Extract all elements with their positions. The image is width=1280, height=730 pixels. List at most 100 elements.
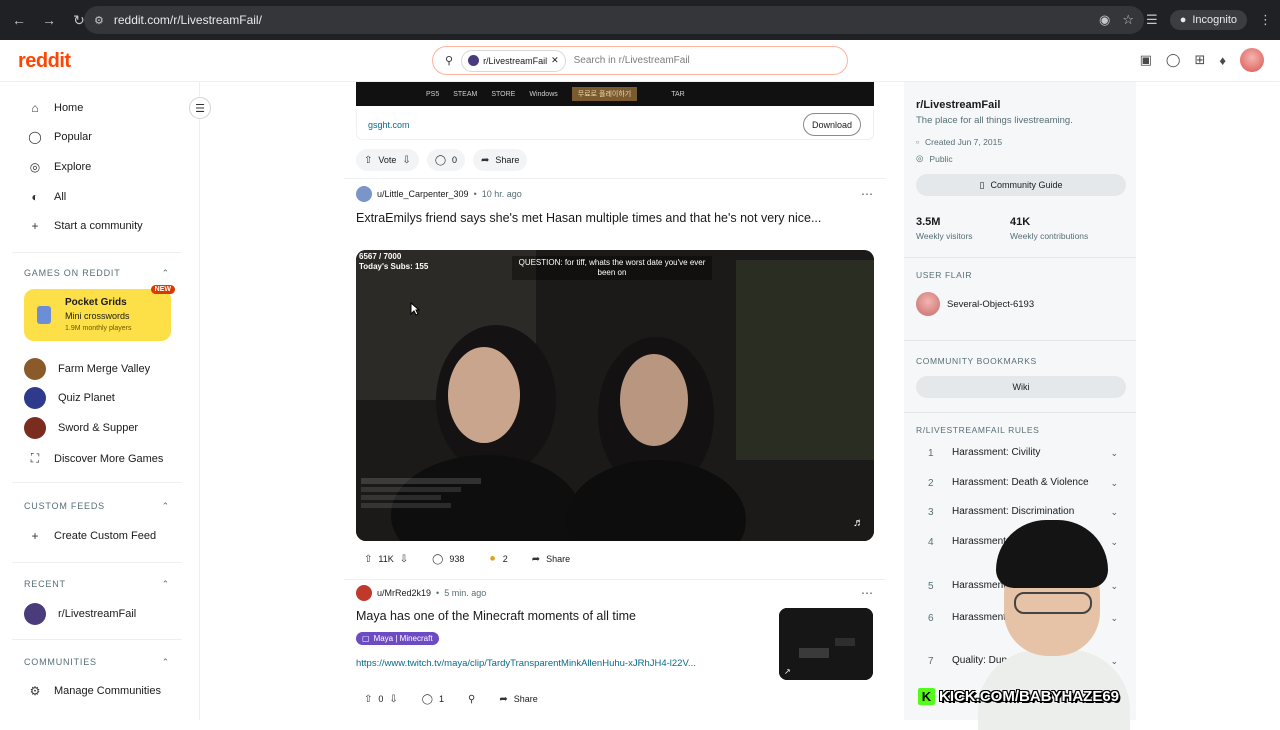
more-options-icon[interactable]: ⋯ — [861, 187, 874, 201]
wiki-button[interactable]: Wiki — [916, 376, 1126, 398]
community-guide-button[interactable]: ▯ Community Guide — [916, 174, 1126, 196]
ad-link-bar[interactable]: gsght.com Download — [356, 110, 874, 140]
vote-pill[interactable]: ⇧ Vote ⇩ — [356, 149, 419, 171]
user-flair[interactable]: Several-Object-6193 — [916, 292, 1034, 316]
chevron-down-icon[interactable]: ⌄ — [1110, 448, 1118, 459]
share-icon: ➦ — [481, 154, 490, 166]
sidebar-item-farm-merge-valley[interactable]: Farm Merge Valley — [24, 358, 150, 380]
globe-icon: ◎ — [916, 153, 924, 163]
bookmarks-header: COMMUNITY BOOKMARKS — [916, 356, 1037, 366]
upvote-icon[interactable]: ⇧ — [364, 155, 372, 166]
award-button[interactable]: ⚫ 2 — [480, 548, 516, 570]
communities-section-header[interactable]: COMMUNITIES ⌃ — [24, 657, 170, 668]
downvote-icon[interactable]: ⇩ — [389, 694, 397, 705]
flair-avatar — [916, 292, 940, 316]
game-avatar — [24, 417, 46, 439]
separator-dot: • — [473, 189, 477, 199]
share-button[interactable]: ➦ Share — [523, 548, 579, 570]
back-icon[interactable]: ← — [6, 7, 32, 33]
custom-feeds-section-header[interactable]: CUSTOM FEEDS ⌃ — [24, 501, 170, 512]
site-info-icon[interactable]: ⚙ — [94, 14, 104, 27]
reddit-logo[interactable]: reddit — [18, 50, 71, 73]
search-community-chip[interactable]: r/LivestreamFail ✕ — [461, 49, 566, 72]
post-thumbnail[interactable]: ↗ — [779, 608, 873, 680]
sidebar-item-recent-livestreamfail[interactable]: r/LivestreamFail — [24, 603, 136, 625]
sidebar-item-discover-games[interactable]: ⛶ Discover More Games — [28, 451, 164, 466]
post-video[interactable]: 6567 / 7000 Today's Subs: 155 QUESTION: … — [356, 250, 874, 541]
advertise-icon[interactable]: ▣ — [1140, 52, 1152, 68]
post-title[interactable]: ExtraEmilys friend says she's met Hasan … — [356, 209, 856, 227]
comments-button[interactable]: ◯ 0 — [426, 149, 466, 171]
user-avatar[interactable] — [1240, 48, 1264, 72]
incognito-label: Incognito — [1192, 14, 1237, 26]
comments-button[interactable]: ◯ 1 — [413, 688, 453, 710]
share-icon: ➦ — [499, 693, 508, 705]
browser-toolbar: ← → ↻ ⚙ reddit.com/r/LivestreamFail/ ◉ ☆… — [0, 0, 1280, 40]
collapse-sidebar-icon[interactable]: ☰ — [189, 97, 211, 119]
platform-label: PS5 — [426, 90, 440, 98]
featured-game-card[interactable]: Pocket Grids Mini crosswords 1.9M monthl… — [24, 285, 175, 341]
rule-item[interactable]: 2 Harassment: Death & Violence ⌄ — [928, 477, 1118, 489]
section-title: CUSTOM FEEDS — [24, 501, 105, 511]
post-flair[interactable]: ▢ Maya | Minecraft — [356, 632, 439, 645]
external-link-icon: ↗ — [784, 667, 791, 676]
post-meta: u/Little_Carpenter_309 • 10 hr. ago — [356, 186, 522, 202]
divider — [904, 412, 1136, 413]
user-avatar[interactable] — [356, 585, 372, 601]
award-button[interactable]: ⚲ — [460, 688, 484, 710]
ad-domain[interactable]: gsght.com — [368, 120, 410, 130]
chevron-down-icon[interactable]: ⌄ — [1110, 478, 1118, 489]
bookmark-star-icon[interactable]: ☆ — [1122, 12, 1134, 28]
sidebar-item-quiz-planet[interactable]: Quiz Planet — [24, 387, 115, 409]
post-link[interactable]: https://www.twitch.tv/maya/clip/TardyTra… — [356, 658, 771, 669]
tab-search-icon[interactable]: ☰ — [1146, 12, 1158, 28]
flair-label: Maya | Minecraft — [373, 634, 433, 643]
facecam-hair — [996, 520, 1108, 588]
community-name[interactable]: r/LivestreamFail — [916, 99, 1000, 111]
rule-item[interactable]: 1 Harassment: Civility ⌄ — [928, 447, 1118, 459]
sidebar-item-manage-communities[interactable]: ⚙ Manage Communities — [28, 684, 161, 698]
featured-game-title: Pocket Grids — [65, 297, 127, 308]
flair-username: Several-Object-6193 — [947, 298, 1035, 310]
rule-number: 1 — [928, 447, 934, 459]
chat-icon[interactable]: ◯ — [1166, 52, 1181, 68]
more-options-icon[interactable]: ⋯ — [861, 586, 874, 600]
download-button[interactable]: Download — [802, 113, 861, 136]
close-icon[interactable]: ✕ — [551, 55, 559, 66]
user-avatar[interactable] — [356, 186, 372, 202]
post-title[interactable]: Maya has one of the Minecraft moments of… — [356, 607, 766, 625]
ad-media-banner[interactable]: PS5 STEAM STORE Windows 무료로 플레이하기 TAR — [356, 82, 874, 106]
recent-section-header[interactable]: RECENT ⌃ — [24, 579, 170, 590]
browser-menu-icon[interactable]: ⋮ — [1259, 12, 1272, 28]
post-author[interactable]: u/MrRed2k19 — [377, 588, 431, 598]
eye-off-icon[interactable]: ◉ — [1099, 12, 1110, 28]
sidebar-item-sword-supper[interactable]: Sword & Supper — [24, 417, 138, 439]
search-input[interactable]: Search in r/LivestreamFail — [574, 55, 690, 66]
comments-button[interactable]: ◯ 938 — [424, 548, 473, 570]
notifications-icon[interactable]: ♦ — [1219, 53, 1226, 68]
divider — [344, 178, 886, 179]
forward-icon[interactable]: → — [36, 7, 62, 33]
volume-icon[interactable]: ♬ — [853, 517, 864, 529]
post-author[interactable]: u/Little_Carpenter_309 — [377, 189, 469, 199]
sidebar-item-home[interactable]: ⌂ Home — [28, 101, 83, 115]
share-button[interactable]: ➦ Share — [473, 149, 528, 171]
search-bar[interactable]: ⚲ r/LivestreamFail ✕ Search in r/Livestr… — [432, 46, 848, 75]
upvote-icon[interactable]: ⇧ — [364, 694, 372, 705]
create-post-icon[interactable]: ⊞ — [1194, 52, 1205, 68]
sidebar-item-popular[interactable]: ◯ Popular — [28, 130, 92, 144]
downvote-icon[interactable]: ⇩ — [402, 155, 410, 166]
vote-pill[interactable]: ⇧ 11K ⇩ — [356, 548, 417, 570]
sidebar-item-all[interactable]: ◐ All — [28, 190, 66, 204]
share-button[interactable]: ➦ Share — [491, 688, 546, 710]
sidebar-item-create-custom-feed[interactable]: + Create Custom Feed — [28, 529, 156, 543]
upvote-icon[interactable]: ⇧ — [364, 554, 372, 565]
vote-pill[interactable]: ⇧ 0 ⇩ — [356, 688, 406, 710]
sidebar-item-explore[interactable]: ◎ Explore — [28, 160, 92, 174]
games-section-header[interactable]: GAMES ON REDDIT ⌃ — [24, 268, 170, 279]
kick-url: KICK.COM/BABYHAZE69 — [939, 688, 1120, 705]
incognito-badge[interactable]: ● Incognito — [1169, 10, 1247, 30]
downvote-icon[interactable]: ⇩ — [400, 554, 408, 565]
address-bar[interactable]: ⚙ reddit.com/r/LivestreamFail/ — [84, 6, 1144, 34]
sidebar-item-start-community[interactable]: + Start a community — [28, 219, 142, 233]
